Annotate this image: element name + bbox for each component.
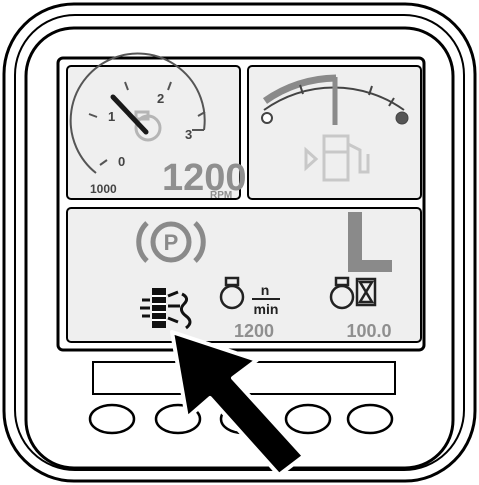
status-panel: P L — [66, 207, 422, 343]
tach-label-1: 1 — [108, 109, 115, 124]
soft-key-1[interactable] — [88, 403, 136, 435]
tach-label-3: 3 — [185, 127, 192, 142]
engine-speed-unit-bottom: min — [254, 301, 279, 317]
empty-circle-icon — [261, 112, 273, 124]
tach-label-0: 0 — [118, 154, 125, 169]
tach-label-2: 2 — [157, 91, 164, 106]
soft-key-5[interactable] — [346, 403, 394, 435]
fuel-gauge-panel — [247, 65, 422, 200]
engine-hours-value: 100.0 — [346, 321, 391, 341]
rpm-unit: RPM — [210, 190, 232, 201]
tachometer-panel: 0 1 2 3 1000 1200 RPM — [66, 52, 247, 201]
engine-speed-value: 1200 — [234, 321, 274, 341]
soft-key-4[interactable] — [284, 403, 332, 435]
engine-speed-unit-top: n — [261, 282, 270, 298]
display-unit: 0 1 2 3 1000 1200 RPM P n min 1200 100.0 — [2, 2, 477, 483]
parking-brake-letter: P — [164, 230, 179, 255]
full-circle-icon — [395, 111, 409, 125]
rpm-value: 1200 — [162, 157, 247, 199]
tach-scale-label: 1000 — [90, 182, 117, 196]
